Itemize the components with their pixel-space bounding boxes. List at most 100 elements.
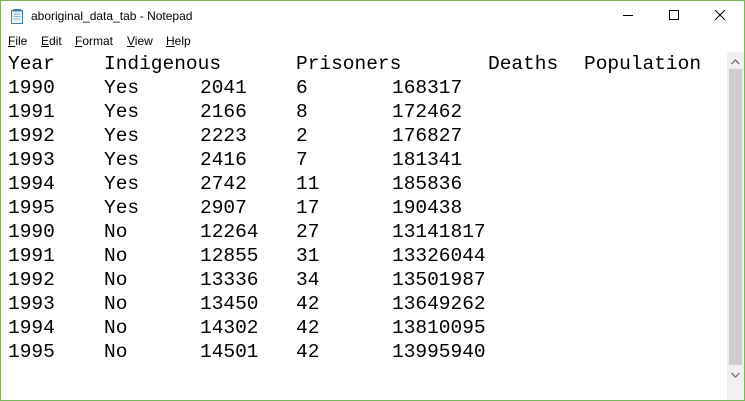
header-indigenous: Indigenous	[104, 53, 222, 75]
cell-population: 190438	[392, 197, 463, 219]
cell-prisoners: 2223	[200, 125, 247, 147]
data-line: 1990 No 12264 27 13141817	[8, 220, 486, 244]
menu-format-label: ormat	[82, 34, 114, 48]
header-line: Year Indigenous Prisoners Deaths Populat…	[8, 52, 701, 76]
header-population: Population	[584, 53, 702, 75]
cell-deaths: 6	[296, 77, 308, 99]
cell-indigenous: Yes	[104, 149, 140, 171]
close-button[interactable]	[697, 1, 743, 31]
data-line: 1993 No 13450 42 13649262	[8, 292, 486, 316]
cell-population: 181341	[392, 149, 463, 171]
vertical-scrollbar[interactable]	[727, 52, 744, 400]
scroll-down-button[interactable]	[727, 365, 744, 382]
cell-deaths: 27	[296, 221, 320, 243]
cell-population: 185836	[392, 173, 463, 195]
cell-prisoners: 2907	[200, 197, 247, 219]
maximize-button[interactable]	[651, 1, 697, 31]
menu-view-mnemonic: V	[127, 34, 135, 48]
cell-population: 176827	[392, 125, 463, 147]
cell-population: 13810095	[392, 317, 486, 339]
data-line: 1992 Yes 2223 2 176827	[8, 124, 462, 148]
cell-year: 1994	[8, 173, 55, 195]
data-line: 1990 Yes 2041 6 168317	[8, 76, 462, 100]
cell-prisoners: 14302	[200, 317, 259, 339]
cell-deaths: 8	[296, 101, 308, 123]
cell-indigenous: No	[104, 269, 128, 291]
menu-edit-label: dit	[49, 34, 62, 48]
cell-deaths: 42	[296, 341, 320, 363]
cell-year: 1990	[8, 77, 55, 99]
cell-deaths: 34	[296, 269, 320, 291]
cell-prisoners: 2166	[200, 101, 247, 123]
menu-help[interactable]: Help	[166, 34, 191, 48]
cell-year: 1990	[8, 221, 55, 243]
cell-indigenous: No	[104, 245, 128, 267]
chevron-down-icon	[731, 365, 740, 383]
cell-prisoners: 14501	[200, 341, 259, 363]
close-icon	[714, 7, 726, 25]
minimize-icon	[623, 7, 633, 25]
scroll-thumb[interactable]	[729, 69, 742, 365]
cell-prisoners: 13450	[200, 293, 259, 315]
cell-deaths: 42	[296, 317, 320, 339]
cell-indigenous: No	[104, 317, 128, 339]
menu-format[interactable]: Format	[75, 34, 113, 48]
menu-help-mnemonic: H	[166, 34, 175, 48]
menu-view[interactable]: View	[127, 34, 153, 48]
data-line: 1994 Yes 2742 11 185836	[8, 172, 462, 196]
cell-indigenous: Yes	[104, 125, 140, 147]
title-bar[interactable]: aboriginal_data_tab - Notepad	[1, 1, 744, 31]
cell-year: 1992	[8, 269, 55, 291]
data-line: 1994 No 14302 42 13810095	[8, 316, 486, 340]
cell-deaths: 31	[296, 245, 320, 267]
cell-population: 13141817	[392, 221, 486, 243]
menu-edit[interactable]: Edit	[41, 34, 62, 48]
cell-indigenous: Yes	[104, 101, 140, 123]
data-line: 1992 No 13336 34 13501987	[8, 268, 486, 292]
menu-view-label: iew	[134, 34, 153, 48]
maximize-icon	[669, 7, 679, 25]
cell-prisoners: 2416	[200, 149, 247, 171]
resize-grip[interactable]	[727, 382, 744, 400]
notepad-window: aboriginal_data_tab - Notepad File Edit …	[0, 0, 745, 401]
notepad-icon	[10, 9, 24, 24]
menu-file-label: ile	[15, 34, 28, 48]
data-line: 1993 Yes 2416 7 181341	[8, 148, 462, 172]
cell-year: 1994	[8, 317, 55, 339]
menu-edit-mnemonic: E	[41, 34, 50, 48]
header-year: Year	[8, 53, 55, 75]
data-line: 1995 Yes 2907 17 190438	[8, 196, 462, 220]
header-prisoners: Prisoners	[296, 53, 402, 75]
cell-deaths: 7	[296, 149, 308, 171]
cell-population: 13501987	[392, 269, 486, 291]
scroll-up-button[interactable]	[727, 52, 744, 69]
cell-deaths: 11	[296, 173, 320, 195]
cell-population: 168317	[392, 77, 463, 99]
cell-indigenous: No	[104, 341, 128, 363]
menu-file[interactable]: File	[8, 34, 27, 48]
cell-year: 1993	[8, 293, 55, 315]
cell-deaths: 2	[296, 125, 308, 147]
cell-population: 172462	[392, 101, 463, 123]
cell-population: 13995940	[392, 341, 486, 363]
menu-bar: File Edit Format View Help	[1, 31, 744, 51]
cell-year: 1995	[8, 197, 55, 219]
cell-population: 13649262	[392, 293, 486, 315]
cell-prisoners: 12855	[200, 245, 259, 267]
cell-year: 1991	[8, 245, 55, 267]
cell-indigenous: Yes	[104, 197, 140, 219]
window-title: aboriginal_data_tab - Notepad	[31, 9, 193, 23]
cell-indigenous: No	[104, 293, 128, 315]
minimize-button[interactable]	[605, 1, 651, 31]
cell-indigenous: No	[104, 221, 128, 243]
cell-prisoners: 2742	[200, 173, 247, 195]
cell-year: 1995	[8, 341, 55, 363]
cell-year: 1992	[8, 125, 55, 147]
cell-indigenous: Yes	[104, 77, 140, 99]
menu-help-label: elp	[174, 34, 191, 48]
header-deaths: Deaths	[488, 53, 559, 75]
data-line: 1995 No 14501 42 13995940	[8, 340, 486, 364]
data-line: 1991 No 12855 31 13326044	[8, 244, 486, 268]
cell-population: 13326044	[392, 245, 486, 267]
text-editor-area[interactable]: Year Indigenous Prisoners Deaths Populat…	[1, 52, 727, 400]
